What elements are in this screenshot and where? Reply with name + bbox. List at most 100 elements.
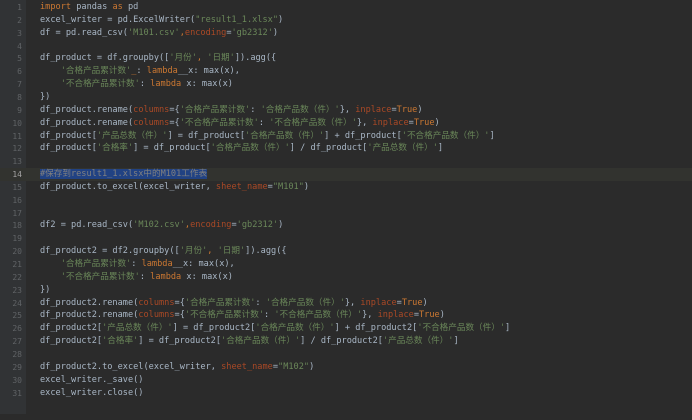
- code-token: df_product2[: [40, 336, 103, 347]
- code-line[interactable]: 19: [0, 232, 692, 245]
- code-token: ): [278, 220, 284, 231]
- code-token: "M101": [272, 181, 304, 192]
- code-line[interactable]: 8}): [0, 91, 692, 104]
- code-text: df_product2.rename(columns={'不合格产品累计数': …: [40, 309, 445, 322]
- code-token: columns: [138, 310, 175, 321]
- code-token: ]: [489, 130, 495, 141]
- code-token: '合格产品累计数': [60, 259, 132, 269]
- code-token: '日期': [207, 53, 235, 64]
- code-token: ={: [174, 297, 185, 308]
- line-number: 25: [12, 311, 22, 321]
- line-number: 26: [12, 324, 22, 334]
- code-line[interactable]: 3 df = pd.read_csv('M101.csv',encoding='g…: [0, 27, 692, 40]
- code-token: ] = df_product2[: [172, 323, 256, 334]
- code-token: lambda: [146, 66, 178, 77]
- code-token: :: [131, 259, 142, 269]
- code-line[interactable]: 10 df_product.rename(columns={'不合格产品累计数':…: [0, 117, 692, 130]
- code-token: lambda: [150, 79, 182, 90]
- code-token: inplace: [377, 310, 414, 321]
- code-token: ,: [207, 246, 218, 257]
- code-token: :: [136, 66, 147, 77]
- code-token: sheet_name: [215, 181, 268, 192]
- code-token: df_product2 = df2.groupby([: [40, 246, 180, 257]
- code-token: import: [40, 2, 72, 12]
- code-token: }): [40, 91, 51, 102]
- code-line[interactable]: 11 df_product['产品总数（件）'] = df_product['合格…: [0, 130, 692, 143]
- code-token: ={: [174, 310, 185, 321]
- code-line[interactable]: 31 excel_writer.close(): [0, 387, 692, 400]
- code-token: df = pd.read_csv(: [40, 27, 128, 38]
- code-area[interactable]: 1 import pandas as pd 2 excel_writer = pd.E…: [0, 0, 692, 420]
- code-line[interactable]: 28: [0, 348, 692, 361]
- code-line[interactable]: 26 df_product2['产品总数（件）'] = df_product2['…: [0, 322, 692, 335]
- line-number: 28: [12, 349, 22, 359]
- code-token: '不合格产品累计数': [184, 310, 264, 321]
- code-line[interactable]: 14 #保存到result1_1.xlsx中的M101工作表: [0, 168, 692, 182]
- code-line[interactable]: 17: [0, 207, 692, 220]
- code-token: '不合格产品累计数': [60, 271, 140, 282]
- line-number: 3: [17, 28, 22, 38]
- code-token: excel_writer = pd.ExcelWriter(: [40, 14, 196, 25]
- code-token: ] / df_product2[: [300, 336, 383, 347]
- line-number: 15: [12, 182, 22, 192]
- code-text: df2 = pd.read_csv('M102.csv',encoding='g…: [40, 219, 283, 232]
- code-line[interactable]: 9 df_product.rename(columns={'合格产品累计数': '…: [0, 104, 692, 117]
- code-token: '不合格产品累计数': [179, 117, 259, 128]
- code-token: ]: [453, 336, 459, 347]
- code-token: :: [250, 104, 261, 115]
- code-token: inplace: [372, 117, 409, 128]
- line-number: 21: [12, 260, 22, 269]
- code-token: :: [139, 79, 151, 90]
- code-text: import pandas as pd: [40, 1, 138, 14]
- code-token: '不合格产品数（件）': [269, 117, 357, 128]
- code-editor[interactable]: 1 import pandas as pd 2 excel_writer = pd.E…: [0, 0, 692, 420]
- code-line[interactable]: 25 df_product2.rename(columns={'不合格产品累计数'…: [0, 309, 692, 322]
- code-line[interactable]: 13: [0, 155, 692, 168]
- code-token: True: [396, 104, 418, 115]
- code-line[interactable]: 12 df_product['合格率'] = df_product['合格产品数（…: [0, 142, 692, 155]
- line-number: 10: [12, 118, 22, 128]
- code-line[interactable]: 1 import pandas as pd: [0, 1, 692, 14]
- code-line[interactable]: 24 df_product2.rename(columns={'合格产品累计数':…: [0, 297, 692, 310]
- code-token: True: [401, 297, 423, 308]
- code-text: df_product2.rename(columns={'合格产品累计数': '…: [40, 297, 428, 310]
- code-line[interactable]: 27 df_product2['合格率'] = df_product2['合格产品…: [0, 335, 692, 348]
- code-token: '日期': [217, 246, 246, 257]
- code-line[interactable]: 21 '合格产品累计数': lambda__x: max(x),: [0, 258, 692, 271]
- code-text: '合格产品累计数': lambda__x: max(x),: [40, 258, 235, 271]
- line-number: 17: [12, 208, 22, 218]
- code-line[interactable]: 18 df2 = pd.read_csv('M102.csv',encoding=…: [0, 219, 692, 232]
- code-token: ]).agg({: [245, 246, 287, 257]
- code-token: df_product[: [40, 143, 97, 154]
- code-line[interactable]: 4: [0, 40, 692, 53]
- code-line[interactable]: 20 df_product2 = df2.groupby(['月份', '日期']…: [0, 245, 692, 258]
- code-token: '合格产品累计数': [60, 66, 132, 77]
- code-line[interactable]: 2 excel_writer = pd.ExcelWriter("result1_…: [0, 14, 692, 27]
- code-line[interactable]: 15 df_product.to_excel(excel_writer, shee…: [0, 181, 692, 194]
- line-number: 8: [17, 92, 22, 102]
- code-token: ]).agg({: [234, 53, 277, 64]
- code-token: 'gb2312': [231, 27, 273, 38]
- code-token: columns: [133, 104, 170, 115]
- code-text: #保存到result1_1.xlsx中的M101工作表: [40, 168, 208, 181]
- code-token: },: [339, 104, 356, 115]
- code-text: df_product['产品总数（件）'] = df_product['合格产品…: [40, 130, 495, 143]
- code-token: '合格产品数（件）': [255, 323, 335, 334]
- code-token: '月份': [169, 53, 197, 64]
- line-number: 22: [12, 272, 22, 282]
- code-token: True: [413, 117, 435, 128]
- code-line[interactable]: 5 df_product = df.groupby(['月份', '日期']).a…: [0, 52, 692, 65]
- line-number: 31: [12, 388, 22, 398]
- code-token: df_product.rename(: [40, 117, 134, 128]
- code-token: __x: max(x),: [177, 66, 240, 77]
- code-line[interactable]: 16: [0, 194, 692, 207]
- code-line[interactable]: 6 '合格产品累计数'_: lambda__x: max(x),: [0, 65, 692, 78]
- code-token: ] = df_product[: [167, 130, 246, 141]
- code-line[interactable]: 30 excel_writer._save(): [0, 374, 692, 387]
- code-token: lambda: [141, 259, 173, 269]
- code-line[interactable]: 7 '不合格产品累计数': lambda x: max(x): [0, 78, 692, 91]
- code-token: '不合格产品累计数': [60, 79, 140, 90]
- code-line[interactable]: 29 df_product2.to_excel(excel_writer, she…: [0, 361, 692, 374]
- code-line[interactable]: 23}): [0, 284, 692, 297]
- code-line[interactable]: 22 '不合格产品累计数': lambda x: max(x): [0, 271, 692, 284]
